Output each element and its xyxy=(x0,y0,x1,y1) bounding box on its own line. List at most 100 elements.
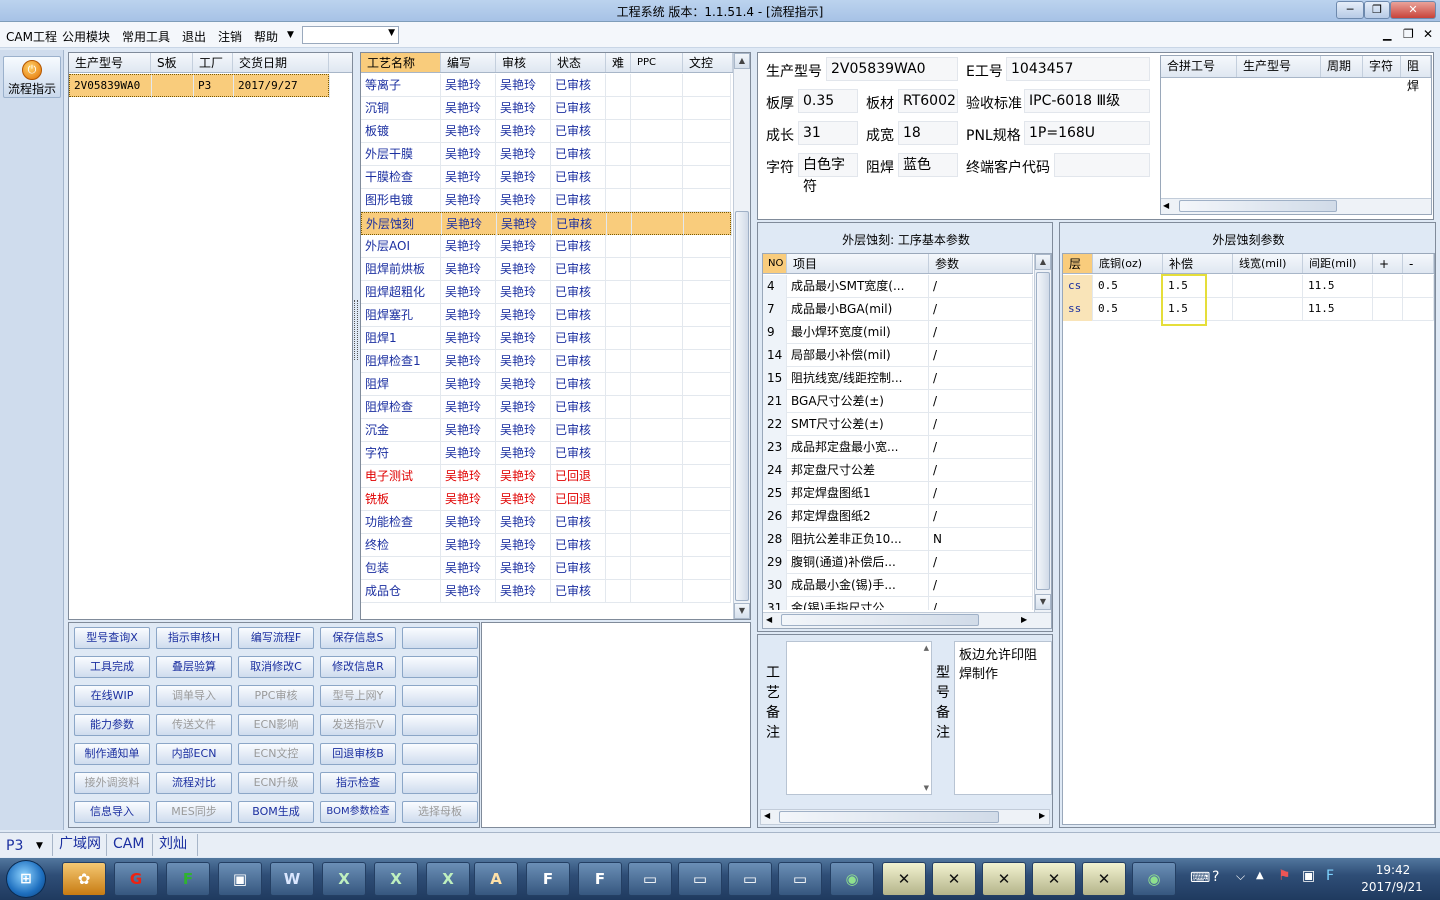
action-button[interactable]: ECN文控 xyxy=(238,743,314,765)
action-button[interactable]: 型号上网Y xyxy=(320,685,396,707)
scroll-right-icon[interactable]: ▶ xyxy=(1039,811,1045,820)
tray-expand-icon[interactable]: ▲ xyxy=(1256,870,1264,881)
splitter-handle[interactable] xyxy=(354,300,358,360)
table-row[interactable]: 28 阻抗公差非正负10... N xyxy=(763,528,1033,551)
col-spacing[interactable]: 间距(mil) xyxy=(1303,254,1373,273)
col-param[interactable]: 参数 xyxy=(929,254,1033,273)
table-row[interactable]: 29 腹铜(通道)补偿后... / xyxy=(763,551,1033,574)
field-eno[interactable]: 1043457 xyxy=(1006,57,1150,81)
action-button[interactable]: BOM参数检查 xyxy=(320,801,396,823)
process-scrollbar[interactable]: ▲ ▼ xyxy=(733,53,750,619)
tray-app-icon[interactable]: ⚑ xyxy=(1278,868,1291,884)
scroll-right-icon[interactable]: ▶ xyxy=(1021,615,1027,624)
table-row[interactable]: 板镀 吴艳玲 吴艳玲 已审核 xyxy=(361,120,731,143)
toolbar-combo[interactable]: ▼ xyxy=(302,26,399,44)
table-row[interactable]: 阻焊1 吴艳玲 吴艳玲 已审核 xyxy=(361,327,731,350)
action-button[interactable]: 接外调资料 xyxy=(74,772,150,794)
action-button[interactable]: 保存信息S xyxy=(320,627,396,649)
image-window-icon[interactable]: ▭ xyxy=(678,862,722,896)
action-button[interactable]: 指示审核H xyxy=(156,627,232,649)
col-compensation[interactable]: 补偿 xyxy=(1163,254,1233,273)
table-row[interactable]: 等离子 吴艳玲 吴艳玲 已审核 xyxy=(361,74,731,97)
app-f-blue-icon[interactable]: F xyxy=(526,862,570,896)
action-button[interactable] xyxy=(402,685,478,707)
action-button[interactable]: 编写流程F xyxy=(238,627,314,649)
notes-hscroll[interactable]: ◀ ▶ xyxy=(760,809,1050,825)
action-button[interactable]: 能力参数 xyxy=(74,714,150,736)
col-merge-model[interactable]: 生产型号 xyxy=(1237,56,1321,77)
table-row[interactable]: 干膜检查 吴艳玲 吴艳玲 已审核 xyxy=(361,166,731,189)
basic-vscroll[interactable]: ▲ ▼ xyxy=(1034,254,1051,612)
action-button[interactable]: 工具完成 xyxy=(74,656,150,678)
basic-hscroll-thumb[interactable] xyxy=(781,614,979,626)
table-row[interactable]: 14 局部最小补偿(mil) / xyxy=(763,344,1033,367)
table-row[interactable]: 30 成品最小金(锡)手... / xyxy=(763,574,1033,597)
table-row[interactable]: 功能检查 吴艳玲 吴艳玲 已审核 xyxy=(361,511,731,534)
keyboard-icon[interactable]: ⌨ xyxy=(1190,870,1210,886)
field-material[interactable]: RT6002 xyxy=(898,89,958,113)
action-button[interactable] xyxy=(402,714,478,736)
col-doc-control[interactable]: 文控 xyxy=(683,53,733,72)
col-status[interactable]: 状态 xyxy=(551,53,606,72)
table-row[interactable]: 电子测试 吴艳玲 吴艳玲 已回退 xyxy=(361,465,731,488)
col-layer[interactable]: 层 xyxy=(1063,254,1093,273)
word-doc-icon[interactable]: W xyxy=(270,862,314,896)
scroll-left-icon[interactable]: ◀ xyxy=(766,615,772,624)
col-merge-char[interactable]: 字符 xyxy=(1363,56,1401,77)
merge-hscroll[interactable]: ◀ xyxy=(1161,198,1431,214)
table-row[interactable]: 阻焊检查 吴艳玲 吴艳玲 已审核 xyxy=(361,396,731,419)
app-f-blue-icon[interactable]: F xyxy=(578,862,622,896)
scroll-down-icon[interactable]: ▼ xyxy=(924,784,929,792)
maximize-button[interactable]: ❐ xyxy=(1364,1,1390,19)
merge-hscroll-thumb[interactable] xyxy=(1179,200,1337,212)
col-difficulty[interactable]: 难 xyxy=(606,53,631,72)
table-row[interactable]: 9 最小焊环宽度(mil) / xyxy=(763,321,1033,344)
excel-x-icon[interactable]: ✕ xyxy=(1032,862,1076,896)
action-button[interactable] xyxy=(402,772,478,794)
flow-indicator-button[interactable]: ⏻ 流程指示 xyxy=(3,56,61,98)
table-row[interactable]: 4 成品最小SMT宽度(... / xyxy=(763,275,1033,298)
field-length[interactable]: 31 xyxy=(798,121,858,145)
table-row[interactable]: 23 成品邦定盘最小宽... / xyxy=(763,436,1033,459)
scroll-down-icon[interactable]: ▼ xyxy=(1035,594,1051,610)
table-row[interactable]: 31 金(锡)手指尺寸公... / xyxy=(763,597,1033,610)
action-button[interactable]: 在线WIP xyxy=(74,685,150,707)
menu-common-tools[interactable]: 常用工具 xyxy=(122,28,170,45)
action-button[interactable]: 回退审核B xyxy=(320,743,396,765)
action-button[interactable] xyxy=(402,627,478,649)
image-window-icon[interactable]: ▭ xyxy=(628,862,672,896)
menu-help[interactable]: 帮助 xyxy=(254,28,278,45)
field-pnl[interactable]: 1P=168U xyxy=(1024,121,1150,145)
app-f-icon[interactable]: F xyxy=(166,862,210,896)
table-row[interactable]: 沉金 吴艳玲 吴艳玲 已审核 xyxy=(361,419,731,442)
excel-icon[interactable]: X xyxy=(322,862,366,896)
minimize-button[interactable]: ─ xyxy=(1336,1,1364,19)
menu-cam[interactable]: CAM工程 xyxy=(6,28,57,45)
action-button[interactable]: 选择母板 xyxy=(402,801,478,823)
scroll-up-icon[interactable]: ▲ xyxy=(734,53,750,69)
table-row[interactable]: 阻焊超粗化 吴艳玲 吴艳玲 已审核 xyxy=(361,281,731,304)
table-row[interactable]: 25 邦定焊盘图纸1/ xyxy=(763,482,1033,505)
table-row[interactable]: 终检 吴艳玲 吴艳玲 已审核 xyxy=(361,534,731,557)
clock-time[interactable]: 19:42 xyxy=(1358,863,1428,877)
table-row[interactable]: 图形电镀 吴艳玲 吴艳玲 已审核 xyxy=(361,189,731,212)
save-disk-icon[interactable]: ▣ xyxy=(218,862,262,896)
action-button[interactable]: 发送指示V xyxy=(320,714,396,736)
excel-icon[interactable]: X xyxy=(426,862,470,896)
col-writer[interactable]: 编写 xyxy=(441,53,496,72)
action-button[interactable] xyxy=(402,656,478,678)
tray-pin-icon[interactable]: ⌵ xyxy=(1236,869,1245,884)
table-row[interactable]: 外层蚀刻 吴艳玲 吴艳玲 已审核 xyxy=(361,212,732,236)
table-row[interactable]: 外层干膜 吴艳玲 吴艳玲 已审核 xyxy=(361,143,731,166)
scroll-up-icon[interactable]: ▲ xyxy=(1035,254,1051,270)
excel-x-icon[interactable]: ✕ xyxy=(1082,862,1126,896)
clock-date[interactable]: 2017/9/21 xyxy=(1352,880,1432,894)
app-shell-icon[interactable]: ✿ xyxy=(62,862,106,896)
table-row[interactable]: 铣板 吴艳玲 吴艳玲 已回退 xyxy=(361,488,731,511)
tray-f-icon[interactable]: F xyxy=(1326,868,1334,884)
action-button[interactable]: 传送文件 xyxy=(156,714,232,736)
action-button[interactable]: MES同步 xyxy=(156,801,232,823)
action-button[interactable]: 信息导入 xyxy=(74,801,150,823)
action-button[interactable]: 修改信息R xyxy=(320,656,396,678)
table-row[interactable]: 成品仓 吴艳玲 吴艳玲 已审核 xyxy=(361,580,731,603)
